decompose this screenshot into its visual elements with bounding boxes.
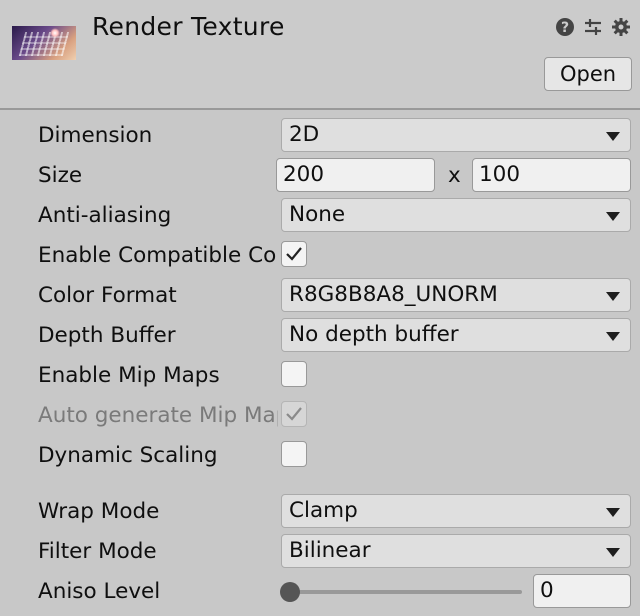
header-icons: ? xyxy=(554,16,632,38)
size-row: Size 200 x 100 xyxy=(0,155,640,195)
presets-icon[interactable] xyxy=(582,16,604,38)
auto-generate-mip-maps-checkbox xyxy=(281,401,307,427)
chevron-down-icon xyxy=(606,332,620,341)
dimension-dropdown[interactable]: 2D xyxy=(281,118,631,152)
wrap-mode-label: Wrap Mode xyxy=(38,499,160,524)
color-format-value: R8G8B8A8_UNORM xyxy=(289,282,498,307)
anti-aliasing-row: Anti-aliasing None xyxy=(0,195,640,235)
thumbnail-glow xyxy=(50,28,60,38)
wrap-mode-value: Clamp xyxy=(289,498,358,523)
aniso-level-row: Aniso Level 0 xyxy=(0,571,640,611)
size-width-field[interactable]: 200 xyxy=(276,158,435,192)
dimension-value: 2D xyxy=(289,122,320,147)
depth-buffer-dropdown[interactable]: No depth buffer xyxy=(281,318,631,352)
dynamic-scaling-row: Dynamic Scaling xyxy=(0,435,640,475)
aniso-level-slider-thumb[interactable] xyxy=(280,582,300,602)
checkmark-icon xyxy=(286,247,302,261)
anti-aliasing-dropdown[interactable]: None xyxy=(281,198,631,232)
aniso-level-slider-track[interactable] xyxy=(288,590,522,594)
inspector-header: Render Texture ? Open xyxy=(0,0,640,110)
color-format-dropdown[interactable]: R8G8B8A8_UNORM xyxy=(281,278,631,312)
enable-compatible-checkbox[interactable] xyxy=(281,241,307,267)
depth-buffer-value: No depth buffer xyxy=(289,322,459,347)
wrap-mode-dropdown[interactable]: Clamp xyxy=(281,494,631,528)
size-separator: x xyxy=(448,163,461,188)
chevron-down-icon xyxy=(606,508,620,517)
aniso-level-label: Aniso Level xyxy=(38,579,161,604)
color-format-label: Color Format xyxy=(38,283,177,308)
enable-mip-maps-label: Enable Mip Maps xyxy=(38,363,220,388)
size-height-field[interactable]: 100 xyxy=(472,158,631,192)
open-button[interactable]: Open xyxy=(544,57,632,91)
filter-mode-dropdown[interactable]: Bilinear xyxy=(281,534,631,568)
aniso-level-field[interactable]: 0 xyxy=(533,574,631,608)
gear-icon[interactable] xyxy=(610,16,632,38)
dynamic-scaling-checkbox[interactable] xyxy=(281,441,307,467)
thumbnail-grid xyxy=(18,32,70,56)
size-label: Size xyxy=(38,163,83,188)
chevron-down-icon xyxy=(606,548,620,557)
inspector-title: Render Texture xyxy=(92,12,285,41)
enable-compatible-label: Enable Compatible Color Format xyxy=(38,243,278,268)
depth-buffer-label: Depth Buffer xyxy=(38,323,176,348)
render-texture-thumbnail xyxy=(12,26,76,60)
svg-text:?: ? xyxy=(561,20,569,36)
dimension-row: Dimension 2D xyxy=(0,115,640,155)
enable-mip-maps-row: Enable Mip Maps xyxy=(0,355,640,395)
wrap-mode-row: Wrap Mode Clamp xyxy=(0,491,640,531)
filter-mode-value: Bilinear xyxy=(289,538,371,563)
chevron-down-icon xyxy=(606,132,620,141)
auto-generate-mip-maps-row: Auto generate Mip Maps xyxy=(0,395,640,435)
filter-mode-label: Filter Mode xyxy=(38,539,157,564)
chevron-down-icon xyxy=(606,212,620,221)
checkmark-icon xyxy=(286,407,302,421)
anti-aliasing-label: Anti-aliasing xyxy=(38,203,172,228)
dimension-label: Dimension xyxy=(38,123,153,148)
auto-generate-mip-maps-label: Auto generate Mip Maps xyxy=(38,403,278,428)
enable-compatible-row: Enable Compatible Color Format xyxy=(0,235,640,275)
depth-buffer-row: Depth Buffer No depth buffer xyxy=(0,315,640,355)
help-icon[interactable]: ? xyxy=(554,16,576,38)
anti-aliasing-value: None xyxy=(289,202,346,227)
enable-mip-maps-checkbox[interactable] xyxy=(281,361,307,387)
color-format-row: Color Format R8G8B8A8_UNORM xyxy=(0,275,640,315)
filter-mode-row: Filter Mode Bilinear xyxy=(0,531,640,571)
dynamic-scaling-label: Dynamic Scaling xyxy=(38,443,218,468)
chevron-down-icon xyxy=(606,292,620,301)
